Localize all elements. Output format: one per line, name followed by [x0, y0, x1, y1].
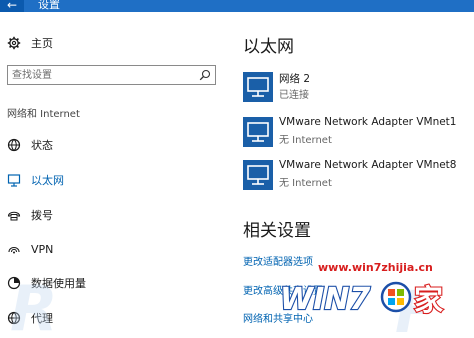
- sidebar-item-status[interactable]: 状态: [0, 132, 230, 158]
- network-status: 无 Internet: [279, 178, 332, 189]
- watermark-url: www.win7zhijia.cn: [318, 261, 433, 274]
- change-adapter-options-link[interactable]: 更改适配器选项: [243, 253, 313, 268]
- search-icon: [199, 69, 211, 81]
- ethernet-adapter-icon: [243, 160, 273, 190]
- network-status: 已连接: [279, 90, 309, 101]
- proxy-globe-icon: [7, 311, 21, 325]
- sidebar-item-label: 拨号: [31, 209, 53, 222]
- main-content: 以太网 网络 2 已连接 VMware Network Adapter VMne…: [230, 12, 474, 338]
- network-sharing-center-link[interactable]: 网络和共享中心: [243, 310, 313, 325]
- search-box[interactable]: [7, 65, 216, 85]
- related-settings-title: 相关设置: [243, 221, 311, 241]
- sidebar-item-label: 以太网: [31, 174, 64, 187]
- sidebar-item-label: 数据使用量: [31, 277, 86, 290]
- sidebar-item-label: 代理: [31, 312, 53, 325]
- title-bar: ← 设置: [0, 0, 474, 12]
- back-arrow-icon: ←: [6, 0, 18, 12]
- back-button[interactable]: ←: [0, 0, 24, 12]
- sidebar: 主页 网络和 Internet 状态: [0, 12, 230, 338]
- sidebar-item-home[interactable]: 主页: [0, 30, 230, 56]
- sidebar-item-label: 状态: [31, 139, 53, 152]
- sidebar-item-ethernet[interactable]: 以太网: [0, 167, 230, 193]
- dialup-icon: [7, 208, 21, 222]
- network-name: VMware Network Adapter VMnet1: [279, 116, 457, 128]
- network-item[interactable]: VMware Network Adapter VMnet1 无 Internet: [243, 115, 473, 151]
- network-name: 网络 2: [279, 73, 311, 85]
- sidebar-item-dialup[interactable]: 拨号: [0, 202, 230, 228]
- network-item[interactable]: VMware Network Adapter VMnet8 无 Internet: [243, 158, 473, 194]
- sidebar-item-label: 主页: [31, 37, 53, 50]
- ethernet-adapter-icon: [243, 117, 273, 147]
- network-name: VMware Network Adapter VMnet8: [279, 159, 457, 171]
- sidebar-item-vpn[interactable]: VPN: [0, 236, 230, 262]
- sidebar-item-data-usage[interactable]: 数据使用量: [0, 270, 230, 296]
- network-status: 无 Internet: [279, 135, 332, 146]
- sidebar-item-proxy[interactable]: 代理: [0, 305, 230, 331]
- ethernet-icon: [7, 173, 21, 187]
- gear-icon: [7, 36, 21, 50]
- search-input[interactable]: [12, 66, 192, 84]
- ethernet-adapter-icon: [243, 72, 273, 102]
- vpn-icon: [7, 242, 21, 256]
- status-globe-icon: [7, 138, 21, 152]
- section-label: 网络和 Internet: [7, 109, 80, 120]
- settings-window: ← 设置 主页 查找设置 网络和 Internet 状态 以太网 拨号 VPN …: [0, 0, 474, 338]
- window-title: 设置: [38, 0, 60, 11]
- sidebar-item-label: VPN: [31, 242, 54, 256]
- change-advanced-sharing-link[interactable]: 更改高级共享设置: [243, 282, 323, 297]
- network-item[interactable]: 网络 2 已连接: [243, 70, 473, 106]
- data-usage-icon: [7, 276, 21, 290]
- page-title: 以太网: [243, 37, 294, 57]
